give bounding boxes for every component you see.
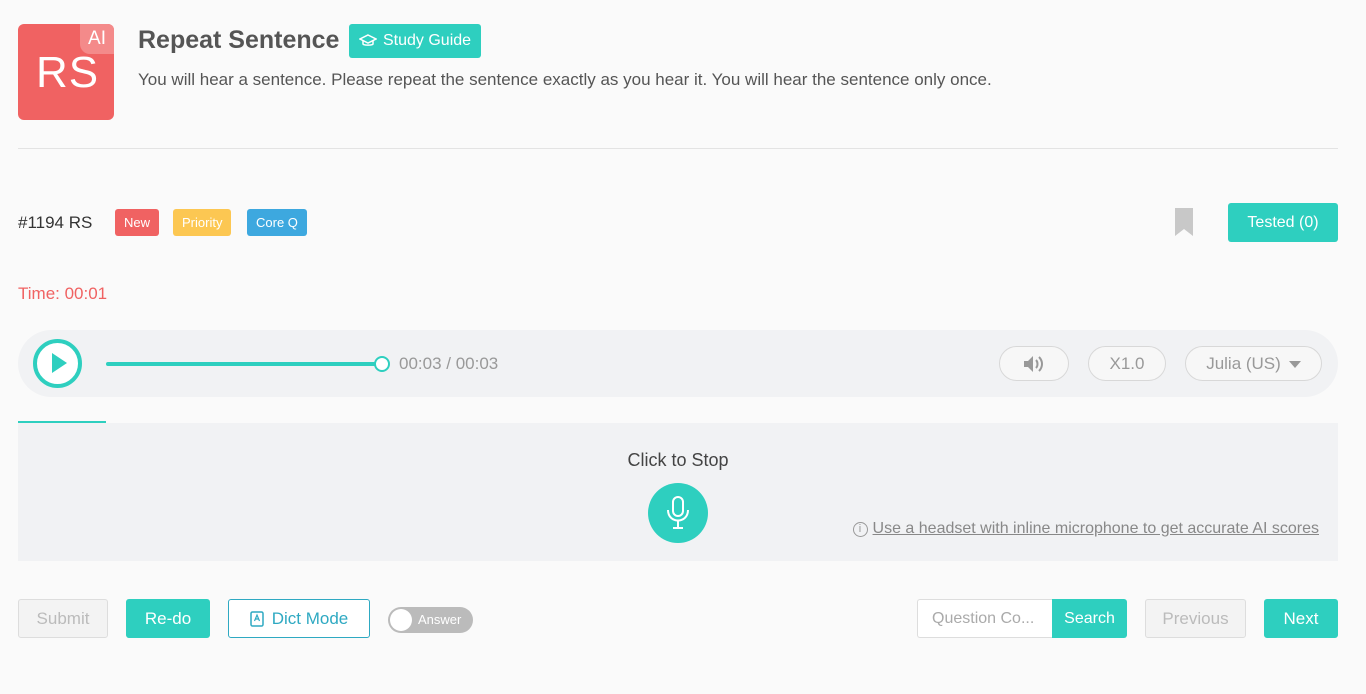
play-icon [52,353,67,373]
timer-text: Time: 00:01 [18,284,108,303]
speed-button[interactable]: X1.0 [1088,346,1166,381]
caret-down-icon [1288,361,1301,369]
tested-button[interactable]: Tested (0) [1228,203,1338,242]
microphone-button[interactable] [648,483,708,543]
tag-priority: Priority [173,209,232,236]
logo-text: RS [36,48,100,97]
page-title: Repeat Sentence [138,26,340,54]
redo-button[interactable]: Re-do [126,599,210,638]
study-guide-label: Study Guide [383,32,472,49]
rs-logo: AI RS [18,24,114,120]
tag-core-q: Core Q [247,209,307,236]
audio-player: 00:03 / 00:03 X1.0 Julia (US) [18,330,1338,397]
question-info-row: #1194 RS New Priority Core Q Tested (0) [18,203,1338,243]
page-header: AI RS Repeat Sentence Study Guide You wi… [18,24,1338,120]
study-guide-button[interactable]: Study Guide [349,24,482,58]
voice-select[interactable]: Julia (US) [1185,346,1322,381]
next-button[interactable]: Next [1264,599,1338,638]
recorder-label: Click to Stop [627,450,729,470]
headset-hint-link[interactable]: Use a headset with inline microphone to … [873,520,1319,538]
question-id: #1194 RS [18,213,93,232]
recorder-area: Click to Stop i Use a headset with inlin… [18,423,1338,561]
question-code-input[interactable] [917,599,1053,638]
dict-mode-button[interactable]: Dict Mode [228,599,370,638]
volume-button[interactable] [999,346,1069,381]
instruction-text: You will hear a sentence. Please repeat … [138,70,992,89]
player-time: 00:03 / 00:03 [399,354,499,373]
answer-toggle[interactable]: Answer [388,607,473,633]
progress-track[interactable] [106,362,382,366]
book-icon [249,610,264,627]
tag-new: New [115,209,160,236]
toggle-knob [390,609,412,631]
dict-mode-label: Dict Mode [271,609,349,628]
microphone-icon [667,496,689,529]
answer-toggle-label: Answer [418,612,462,627]
play-button[interactable] [33,339,82,388]
speaker-icon [1024,356,1043,372]
header-divider [18,148,1338,149]
bookmark-icon[interactable] [1174,207,1194,237]
submit-button[interactable]: Submit [18,599,108,638]
headset-hint: i Use a headset with inline microphone t… [852,520,1319,538]
graduation-cap-icon [359,34,377,46]
voice-label: Julia (US) [1206,354,1281,373]
info-icon: i [852,521,868,537]
search-button[interactable]: Search [1052,599,1127,638]
progress-handle[interactable] [374,356,390,372]
previous-button[interactable]: Previous [1145,599,1246,638]
